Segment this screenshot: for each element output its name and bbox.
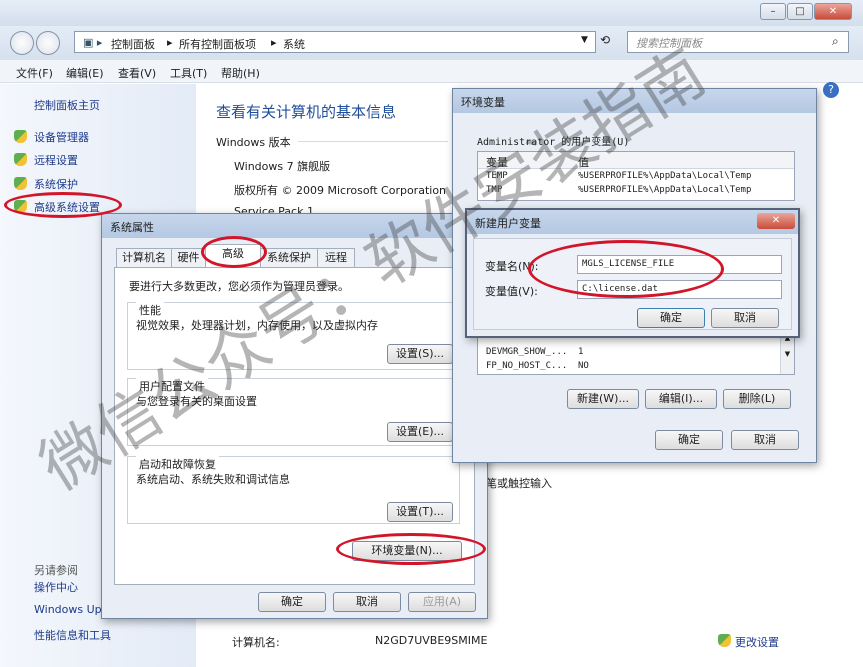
breadcrumb-sep-icon: ▸ xyxy=(167,36,173,49)
admin-note: 要进行大多数更改，您必须作为管理员登录。 xyxy=(129,280,349,293)
forward-button[interactable] xyxy=(36,31,60,55)
new-variable-button[interactable]: 新建(W)... xyxy=(567,389,639,409)
address-field[interactable]: ▣ ▸ 控制面板 ▸ 所有控制面板项 ▸ 系统 ▼ xyxy=(74,31,596,53)
dialog-title: 系统属性 xyxy=(110,221,154,234)
performance-info-link[interactable]: 性能信息和工具 xyxy=(34,627,111,643)
row-value: %USERPROFILE%\AppData\Local\Temp xyxy=(578,171,752,181)
shield-icon xyxy=(14,130,27,143)
action-center-link[interactable]: 操作中心 xyxy=(34,579,78,595)
env-cancel-button[interactable]: 取消 xyxy=(731,430,799,450)
computer-name-label: 计算机名: xyxy=(232,636,280,649)
startup-settings-button[interactable]: 设置(T)... xyxy=(387,502,453,522)
system-variables-table: DEVMGR_SHOW_... 1 FP_NO_HOST_C... NO ▲ ▼ xyxy=(477,333,795,375)
highlight-variable-fields xyxy=(528,240,724,298)
tab-remote[interactable]: 远程 xyxy=(317,248,355,267)
breadcrumb-system[interactable]: 系统 xyxy=(283,36,305,52)
user-variables-label: Administrator 的用户变量(U) xyxy=(477,137,630,148)
table-row[interactable]: DEVMGR_SHOW_... 1 xyxy=(478,346,794,360)
menu-edit[interactable]: 编辑(E) xyxy=(66,65,104,81)
change-settings-link[interactable]: 更改设置 xyxy=(735,634,779,650)
highlight-advanced-tab xyxy=(201,236,267,268)
system-props-ok-button[interactable]: 确定 xyxy=(258,592,326,612)
performance-settings-button[interactable]: 设置(S)... xyxy=(387,344,453,364)
control-panel-home-link[interactable]: 控制面板主页 xyxy=(34,97,100,113)
row-value: 1 xyxy=(578,347,584,357)
breadcrumb-sep-icon: ▸ xyxy=(271,36,277,49)
menu-view[interactable]: 查看(V) xyxy=(118,65,156,81)
breadcrumb-control-panel[interactable]: 控制面板 xyxy=(111,36,155,52)
device-manager-link[interactable]: 设备管理器 xyxy=(34,129,89,145)
search-input[interactable]: 搜索控制面板 xyxy=(627,31,849,53)
menu-bar: 文件(F) 编辑(E) 查看(V) 工具(T) 帮助(H) xyxy=(0,60,863,83)
breadcrumb-all-items[interactable]: 所有控制面板项 xyxy=(179,36,256,52)
menu-tools[interactable]: 工具(T) xyxy=(170,65,207,81)
table-header: 变量 值 xyxy=(478,152,794,169)
copyright-text: 版权所有 © 2009 Microsoft Corporation xyxy=(234,184,447,197)
edit-variable-button[interactable]: 编辑(I)... xyxy=(645,389,717,409)
new-var-title: 新建用户变量 xyxy=(475,217,541,230)
search-icon[interactable]: ⌕ xyxy=(832,34,839,49)
refresh-icon[interactable]: ⟲ xyxy=(600,33,610,47)
highlight-advanced-settings xyxy=(4,192,122,218)
system-props-cancel-button[interactable]: 取消 xyxy=(333,592,401,612)
row-variable: DEVMGR_SHOW_... xyxy=(486,347,568,357)
menu-file[interactable]: 文件(F) xyxy=(16,65,53,81)
title-bar: – □ ✕ xyxy=(0,0,863,26)
column-variable[interactable]: 变量 xyxy=(486,154,508,170)
help-icon[interactable]: ? xyxy=(823,82,839,98)
env-dialog-title-bar: 环境变量 xyxy=(453,89,816,113)
apply-button[interactable]: 应用(A) xyxy=(408,592,476,612)
maximize-button[interactable]: □ xyxy=(787,3,813,20)
user-profile-settings-button[interactable]: 设置(E)... xyxy=(387,422,453,442)
row-variable: TMP xyxy=(486,185,503,195)
row-value: %USERPROFILE%\AppData\Local\Temp xyxy=(578,185,752,195)
env-dialog-title: 环境变量 xyxy=(461,96,505,109)
dialog-title-bar: 系统属性 xyxy=(102,214,487,238)
close-button[interactable]: ✕ xyxy=(814,3,852,20)
variable-value-label: 变量值(V): xyxy=(485,285,538,298)
remote-settings-link[interactable]: 远程设置 xyxy=(34,152,78,168)
edition-value: Windows 7 旗舰版 xyxy=(234,160,331,173)
env-ok-button[interactable]: 确定 xyxy=(655,430,723,450)
row-variable: TEMP xyxy=(486,171,508,181)
user-profile-desc: 与您登录有关的桌面设置 xyxy=(136,395,257,408)
shield-icon xyxy=(14,153,27,166)
menu-help[interactable]: 帮助(H) xyxy=(221,65,260,81)
new-var-ok-button[interactable]: 确定 xyxy=(637,308,705,328)
computer-name-value: N2GD7UVBE9SMIME xyxy=(375,634,488,647)
tab-system-protection[interactable]: 系统保护 xyxy=(260,248,318,267)
row-variable: FP_NO_HOST_C... xyxy=(486,361,568,371)
back-button[interactable] xyxy=(10,31,34,55)
column-value[interactable]: 值 xyxy=(578,154,589,170)
table-row[interactable]: TMP %USERPROFILE%\AppData\Local\Temp xyxy=(478,184,794,198)
see-also-label: 另请参阅 xyxy=(34,564,78,577)
row-value: NO xyxy=(578,361,589,371)
new-var-cancel-button[interactable]: 取消 xyxy=(711,308,779,328)
edition-section-label: Windows 版本 xyxy=(216,136,291,149)
startup-recovery-title: 启动和故障恢复 xyxy=(136,456,219,472)
scrollbar[interactable]: ▲ ▼ xyxy=(780,334,794,374)
minimize-button[interactable]: – xyxy=(760,3,786,20)
tab-computer-name[interactable]: 计算机名 xyxy=(116,248,172,267)
shield-icon xyxy=(718,634,731,647)
pen-touch-text: 笔或触控输入 xyxy=(486,477,552,490)
shield-icon xyxy=(14,177,27,190)
windows-update-link[interactable]: Windows Up xyxy=(34,603,102,616)
page-title: 查看有关计算机的基本信息 xyxy=(216,103,397,121)
performance-title: 性能 xyxy=(136,302,164,318)
user-profile-title: 用户配置文件 xyxy=(136,378,208,394)
new-var-title-bar: 新建用户变量 xyxy=(467,210,798,234)
chevron-down-icon[interactable]: ▼ xyxy=(581,35,588,45)
system-protection-link[interactable]: 系统保护 xyxy=(34,176,78,192)
divider xyxy=(298,141,448,142)
startup-recovery-desc: 系统启动、系统失败和调试信息 xyxy=(136,473,290,486)
delete-variable-button[interactable]: 删除(L) xyxy=(723,389,791,409)
close-icon[interactable]: ✕ xyxy=(757,213,795,229)
table-row[interactable]: TEMP %USERPROFILE%\AppData\Local\Temp xyxy=(478,170,794,184)
highlight-env-button xyxy=(336,533,486,565)
user-variables-table: 变量 值 TEMP %USERPROFILE%\AppData\Local\Te… xyxy=(477,151,795,201)
folder-icon: ▣ ▸ xyxy=(83,36,103,49)
table-row[interactable]: FP_NO_HOST_C... NO xyxy=(478,360,794,374)
performance-desc: 视觉效果，处理器计划，内存使用，以及虚拟内存 xyxy=(136,319,378,332)
